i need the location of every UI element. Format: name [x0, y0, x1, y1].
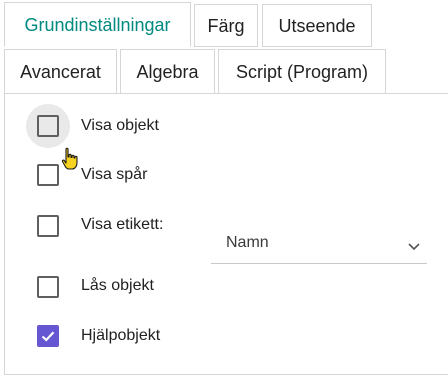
tab-basic-settings[interactable]: Grundinställningar	[4, 2, 191, 47]
hand-pointer-icon	[60, 147, 80, 176]
tab-appearance-label: Utseende	[278, 15, 356, 36]
lock-object-checkbox[interactable]	[37, 276, 59, 298]
tab-basic-settings-label: Grundinställningar	[24, 14, 171, 35]
tab-algebra[interactable]: Algebra	[120, 49, 215, 94]
show-label-checkbox[interactable]	[37, 215, 59, 237]
label-style-select[interactable]: Namn	[211, 222, 427, 264]
label-style-select-value: Namn	[226, 234, 269, 251]
show-object-checkbox[interactable]	[37, 115, 59, 137]
object-properties-panel: Grundinställningar Färg Utseende Avancer…	[0, 0, 448, 379]
tab-advanced-label: Avancerat	[20, 61, 101, 82]
tab-color[interactable]: Färg	[194, 4, 258, 47]
show-trace-label: Visa spår	[81, 166, 148, 183]
tab-algebra-label: Algebra	[136, 61, 199, 82]
show-label-label: Visa etikett:	[81, 216, 164, 233]
check-icon	[41, 331, 55, 342]
auxiliary-object-label: Hjälpobjekt	[81, 327, 161, 344]
tab-appearance[interactable]: Utseende	[262, 4, 372, 47]
tab-script-label: Script (Program)	[235, 61, 369, 82]
show-object-label: Visa objekt	[81, 117, 159, 134]
tab-advanced[interactable]: Avancerat	[4, 49, 117, 94]
tab-color-label: Färg	[207, 15, 245, 36]
tab-script[interactable]: Script (Program)	[218, 49, 386, 94]
auxiliary-object-checkbox[interactable]	[37, 325, 59, 347]
lock-object-label: Lås objekt	[81, 277, 154, 294]
show-trace-checkbox[interactable]	[37, 164, 59, 186]
chevron-down-icon	[408, 238, 420, 256]
